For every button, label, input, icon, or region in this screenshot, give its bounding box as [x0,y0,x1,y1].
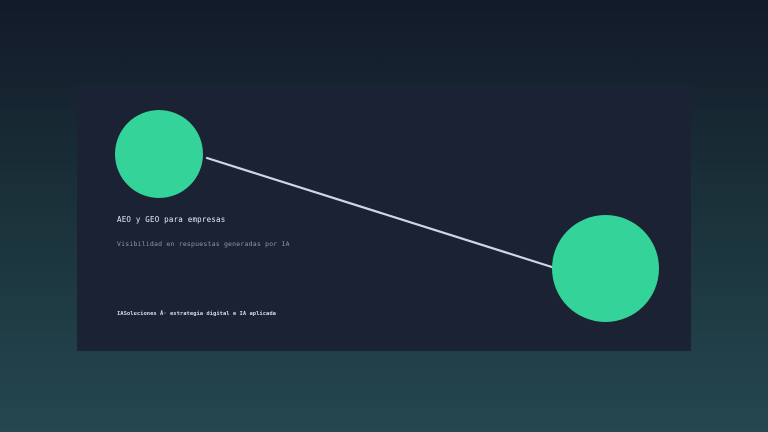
accent-circle-small [115,110,203,198]
slide-card: AEO y GEO para empresas Visibilidad en r… [77,84,691,351]
slide-title: AEO y GEO para empresas [117,215,226,224]
slide-subtitle: Visibilidad en respuestas generadas por … [117,240,290,248]
slide-footer: IASoluciones Â· estrategia digital e IA … [117,311,276,317]
accent-circle-large [552,215,659,322]
